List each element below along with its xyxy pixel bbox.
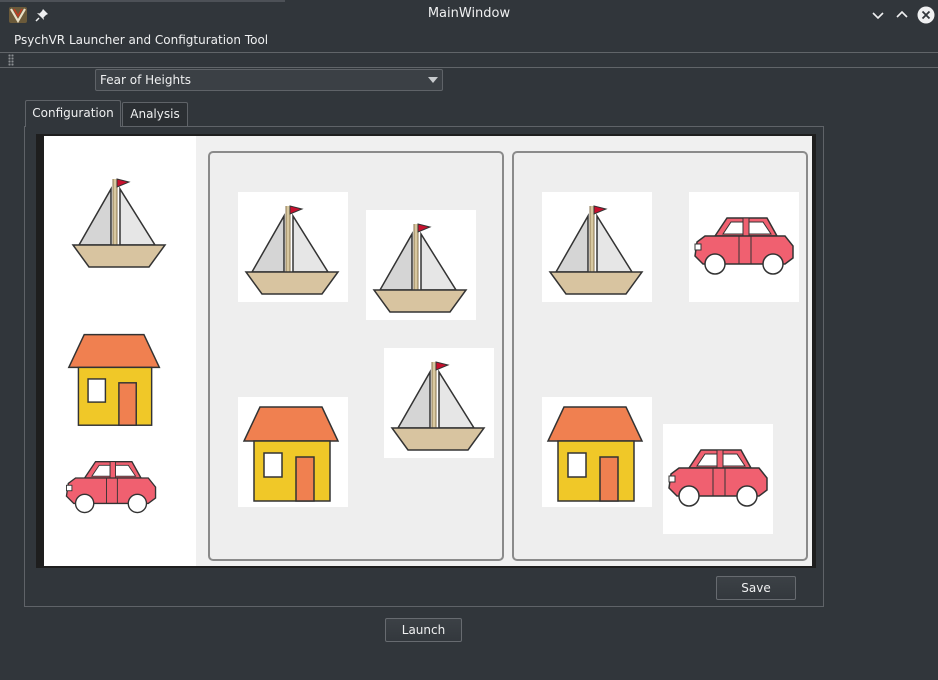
toolbar — [0, 52, 938, 68]
toolbar-grip-handle[interactable] — [8, 54, 14, 66]
group2-car-tile[interactable] — [663, 424, 773, 534]
group1-boat-tile[interactable] — [238, 192, 348, 302]
group1-boat-tile[interactable] — [366, 210, 476, 320]
title-accent-line — [0, 0, 285, 2]
menu-item-launcher[interactable]: PsychVR Launcher and Configturation Tool — [14, 33, 268, 47]
chevron-down-icon — [428, 77, 438, 83]
save-button[interactable]: Save — [716, 576, 796, 600]
group1-house-tile[interactable] — [238, 397, 348, 507]
palette-car-tile[interactable] — [56, 438, 166, 538]
group2-car-tile[interactable] — [689, 192, 799, 302]
close-icon[interactable] — [917, 6, 935, 24]
window-title: MainWindow — [427, 6, 511, 21]
tab-analysis[interactable]: Analysis — [122, 102, 188, 126]
group2-house-tile[interactable] — [542, 397, 652, 507]
launch-button[interactable]: Launch — [385, 618, 462, 642]
scenario-select[interactable]: Fear of Heights — [95, 69, 443, 91]
group2-boat-tile[interactable] — [542, 192, 652, 302]
minimize-icon[interactable] — [869, 6, 887, 24]
group1-boat-tile[interactable] — [384, 348, 494, 458]
scenario-select-value: Fear of Heights — [100, 73, 192, 87]
menu-bar: PsychVR Launcher and Configturation Tool — [0, 30, 938, 52]
palette-boat-tile[interactable] — [63, 165, 177, 275]
maximize-icon[interactable] — [893, 6, 911, 24]
palette-house-tile[interactable] — [63, 323, 169, 433]
tab-configuration[interactable]: Configuration — [25, 100, 121, 127]
